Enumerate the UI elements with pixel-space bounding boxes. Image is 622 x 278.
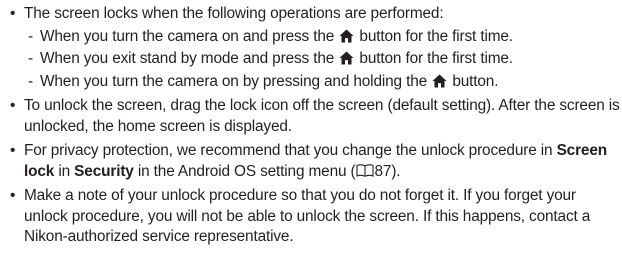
manual-page: • The screen locks when the following op… — [0, 4, 622, 278]
list-item-text: Make a note of your unlock procedure so … — [24, 187, 591, 245]
sub-item-exit-standby: - When you exit stand by mode and press … — [28, 49, 622, 70]
security-label: Security — [74, 162, 134, 180]
home-icon — [432, 74, 447, 88]
bullet-marker: • — [10, 142, 16, 159]
bullet-marker: • — [10, 5, 16, 22]
bullet-marker: • — [10, 187, 16, 204]
home-icon — [339, 29, 354, 43]
sub-item-turn-on: - When you turn the camera on and press … — [28, 27, 622, 48]
list-item-text: To unlock the screen, drag the lock icon… — [24, 97, 620, 135]
book-icon — [355, 163, 374, 177]
sub-item-press-hold: - When you turn the camera on by pressin… — [28, 72, 622, 93]
bullet-list: • The screen locks when the following op… — [10, 4, 622, 248]
privacy-text-post: in the Android OS setting menu ( — [137, 162, 356, 180]
list-item-text: The screen locks when the following oper… — [24, 5, 444, 22]
home-icon — [339, 51, 354, 65]
sub-list: - When you turn the camera on and press … — [24, 27, 622, 93]
privacy-text-pre: For privacy protection, we recommend tha… — [24, 142, 553, 159]
sub-item-text-before: When you exit stand by mode and press th… — [40, 50, 335, 67]
dash-marker: - — [28, 50, 33, 67]
list-item-unlock: • To unlock the screen, drag the lock ic… — [10, 96, 622, 137]
sub-item-text-before: When you turn the camera on by pressing … — [40, 72, 428, 90]
sub-item-text-before: When you turn the camera on and press th… — [40, 27, 335, 45]
list-item-privacy: • For privacy protection, we recommend t… — [10, 141, 622, 182]
sub-item-text-after: button for the first time. — [359, 50, 513, 67]
privacy-text-mid: in — [58, 162, 71, 180]
list-item-screen-locks: • The screen locks when the following op… — [10, 4, 622, 92]
dash-marker: - — [28, 72, 33, 90]
bullet-marker: • — [10, 97, 16, 114]
dash-marker: - — [28, 27, 33, 45]
page-reference[interactable]: 87 — [375, 163, 392, 180]
list-item-note-procedure: • Make a note of your unlock procedure s… — [10, 186, 622, 248]
sub-item-text-after: button for the first time. — [359, 27, 513, 45]
privacy-text-close: ). — [391, 162, 401, 180]
sub-item-text-after: button. — [452, 72, 499, 90]
